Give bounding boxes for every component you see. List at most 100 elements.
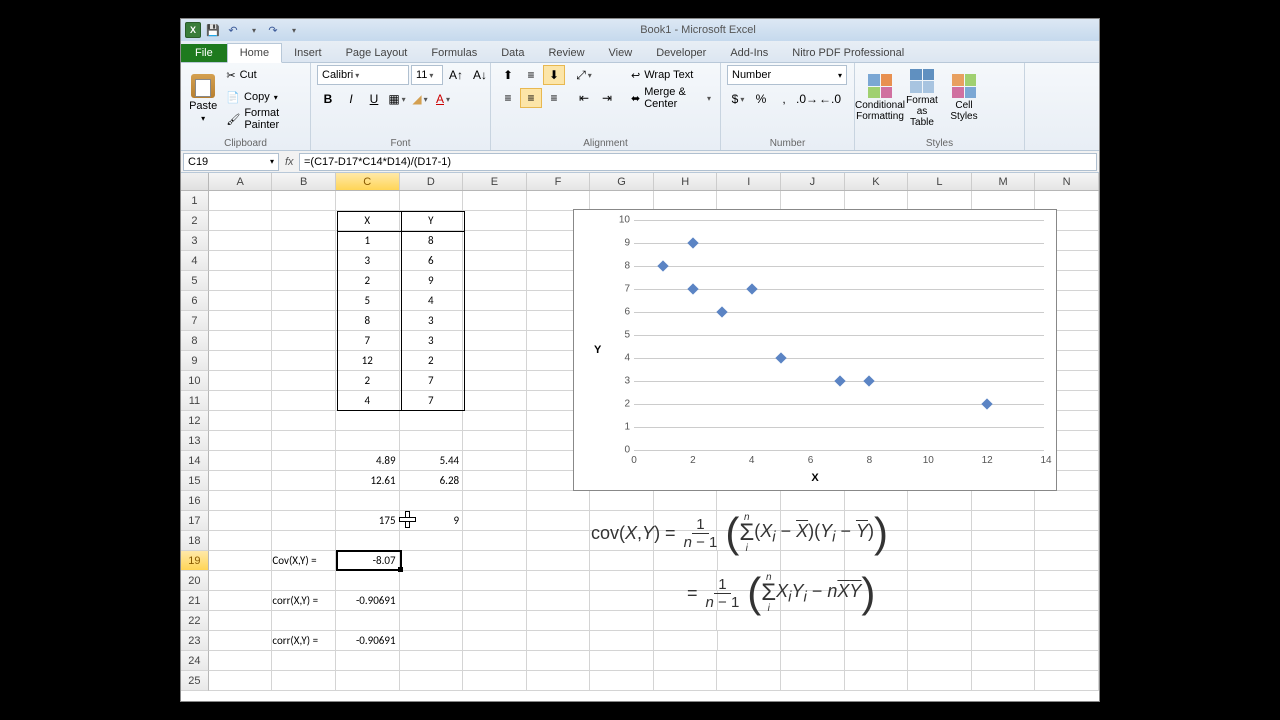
- align-bottom-button[interactable]: ⬇: [543, 65, 565, 85]
- col-E[interactable]: E: [463, 173, 527, 190]
- cell-A13[interactable]: [209, 431, 273, 451]
- tab-nitro[interactable]: Nitro PDF Professional: [780, 44, 916, 62]
- cell-N22[interactable]: [1035, 611, 1099, 631]
- cell-C8[interactable]: 7: [336, 331, 400, 351]
- cell-N1[interactable]: [1035, 191, 1099, 211]
- col-F[interactable]: F: [527, 173, 591, 190]
- row-header[interactable]: 20: [181, 571, 209, 591]
- cell-C1[interactable]: [336, 191, 400, 211]
- cell-C21[interactable]: -0.90691: [336, 591, 400, 611]
- font-name-select[interactable]: Calibri: [317, 65, 409, 85]
- col-L[interactable]: L: [908, 173, 972, 190]
- accounting-format-button[interactable]: $: [727, 89, 749, 109]
- cell-E10[interactable]: [463, 371, 527, 391]
- cell-E24[interactable]: [463, 651, 527, 671]
- cell-G1[interactable]: [590, 191, 654, 211]
- row-header[interactable]: 25: [181, 671, 209, 691]
- cell-A11[interactable]: [209, 391, 273, 411]
- cell-D20[interactable]: [400, 571, 464, 591]
- col-A[interactable]: A: [209, 173, 273, 190]
- cell-A3[interactable]: [209, 231, 273, 251]
- col-K[interactable]: K: [845, 173, 909, 190]
- cell-A17[interactable]: [209, 511, 273, 531]
- cell-D12[interactable]: [400, 411, 464, 431]
- cell-C24[interactable]: [336, 651, 400, 671]
- cell-B4[interactable]: [272, 251, 336, 271]
- tab-developer[interactable]: Developer: [644, 44, 718, 62]
- copy-button[interactable]: 📄Copy▾: [223, 87, 304, 107]
- border-button[interactable]: ▦: [386, 89, 408, 109]
- cell-B12[interactable]: [272, 411, 336, 431]
- cell-N17[interactable]: [1035, 511, 1099, 531]
- cell-M23[interactable]: [972, 631, 1036, 651]
- cell-B10[interactable]: [272, 371, 336, 391]
- qat-customize[interactable]: [285, 22, 301, 38]
- row-header[interactable]: 11: [181, 391, 209, 411]
- cell-D23[interactable]: [400, 631, 464, 651]
- redo-icon[interactable]: ↷: [265, 22, 281, 38]
- cell-C12[interactable]: [336, 411, 400, 431]
- cell-B24[interactable]: [272, 651, 336, 671]
- cell-J16[interactable]: [781, 491, 845, 511]
- cell-H16[interactable]: [654, 491, 718, 511]
- tab-addins[interactable]: Add-Ins: [718, 44, 780, 62]
- cell-A24[interactable]: [209, 651, 273, 671]
- cell-B6[interactable]: [272, 291, 336, 311]
- cell-C23[interactable]: -0.90691: [336, 631, 400, 651]
- align-top-button[interactable]: ⬆: [497, 65, 519, 85]
- decrease-decimal-button[interactable]: ←.0: [819, 89, 841, 109]
- name-box[interactable]: C19▾: [183, 153, 279, 171]
- col-G[interactable]: G: [590, 173, 654, 190]
- italic-button[interactable]: I: [340, 89, 362, 109]
- cell-D14[interactable]: 5.44: [400, 451, 464, 471]
- cell-C14[interactable]: 4.89: [336, 451, 400, 471]
- cell-A9[interactable]: [209, 351, 273, 371]
- cell-D25[interactable]: [400, 671, 464, 691]
- row-header[interactable]: 15: [181, 471, 209, 491]
- cell-D3[interactable]: 8: [400, 231, 464, 251]
- cell-A12[interactable]: [209, 411, 273, 431]
- tab-insert[interactable]: Insert: [282, 44, 334, 62]
- row-header[interactable]: 21: [181, 591, 209, 611]
- cell-F20[interactable]: [527, 571, 591, 591]
- scatter-chart[interactable]: Y X 01234567891002468101214: [573, 209, 1057, 491]
- cell-E18[interactable]: [463, 531, 527, 551]
- undo-icon[interactable]: ↶: [225, 22, 241, 38]
- cell-C6[interactable]: 5: [336, 291, 400, 311]
- font-size-select[interactable]: 11: [411, 65, 443, 85]
- cell-D18[interactable]: [400, 531, 464, 551]
- cell-E14[interactable]: [463, 451, 527, 471]
- cell-D7[interactable]: 3: [400, 311, 464, 331]
- cell-M19[interactable]: [972, 551, 1036, 571]
- cell-M24[interactable]: [972, 651, 1036, 671]
- cell-D6[interactable]: 4: [400, 291, 464, 311]
- cell-C25[interactable]: [336, 671, 400, 691]
- cell-F17[interactable]: [527, 511, 591, 531]
- worksheet-grid[interactable]: 12XY318436529654783873912210271147121314…: [181, 191, 1099, 711]
- row-header[interactable]: 2: [181, 211, 209, 231]
- bold-button[interactable]: B: [317, 89, 339, 109]
- cell-C17[interactable]: 175: [336, 511, 400, 531]
- cell-F19[interactable]: [527, 551, 591, 571]
- cell-D8[interactable]: 3: [400, 331, 464, 351]
- cell-F24[interactable]: [527, 651, 591, 671]
- align-right-button[interactable]: ≡: [543, 88, 565, 108]
- cell-E23[interactable]: [463, 631, 527, 651]
- formula-input[interactable]: =(C17-D17*C14*D14)/(D17-1): [299, 153, 1097, 171]
- tab-file[interactable]: File: [181, 44, 227, 62]
- cell-A4[interactable]: [209, 251, 273, 271]
- increase-decimal-button[interactable]: .0→: [796, 89, 818, 109]
- cell-N24[interactable]: [1035, 651, 1099, 671]
- cell-E21[interactable]: [463, 591, 527, 611]
- cell-B21[interactable]: corr(X,Y) =: [272, 591, 336, 611]
- cell-D1[interactable]: [400, 191, 464, 211]
- cell-M17[interactable]: [972, 511, 1036, 531]
- cell-C22[interactable]: [336, 611, 400, 631]
- comma-button[interactable]: ,: [773, 89, 795, 109]
- cell-N19[interactable]: [1035, 551, 1099, 571]
- cell-N21[interactable]: [1035, 591, 1099, 611]
- align-center-button[interactable]: ≡: [520, 88, 542, 108]
- cell-F23[interactable]: [527, 631, 591, 651]
- tab-formulas[interactable]: Formulas: [419, 44, 489, 62]
- cell-B23[interactable]: corr(X,Y) =: [272, 631, 336, 651]
